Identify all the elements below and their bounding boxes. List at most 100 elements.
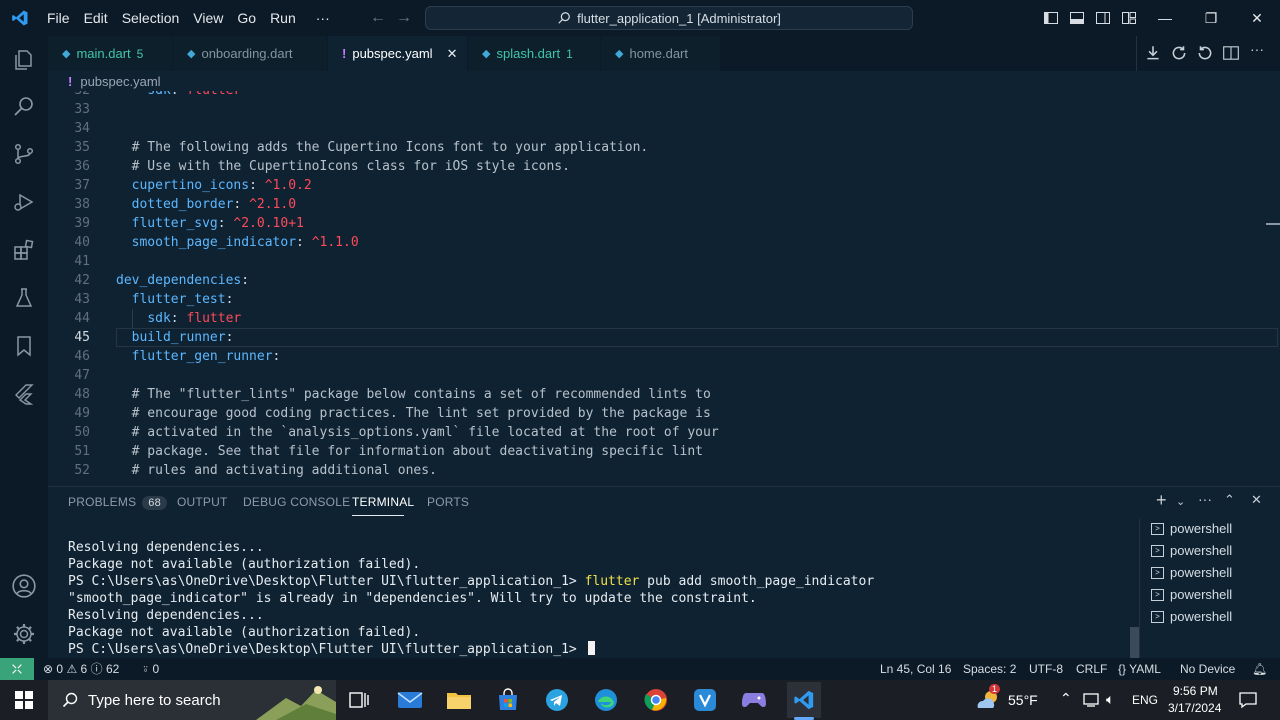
device-selector[interactable]: No Device [1180, 658, 1235, 680]
end-of-line[interactable]: CRLF [1076, 658, 1107, 680]
customize-layout-icon[interactable] [1121, 10, 1137, 26]
code-line[interactable]: 33 [48, 100, 1280, 119]
toggle-primary-sidebar-icon[interactable] [1043, 10, 1059, 26]
tray-overflow-chevron-icon[interactable]: ⌃ [1060, 690, 1072, 707]
terminal-instance-powershell[interactable]: > powershell [1151, 609, 1232, 624]
restart-icon[interactable] [1196, 44, 1214, 62]
code-line[interactable]: 43 flutter_test: [48, 290, 1280, 309]
code-line[interactable]: 52 # rules and activating additional one… [48, 461, 1280, 480]
menu-file[interactable]: File [40, 0, 77, 36]
problems-status[interactable]: ⊗ 0 ⚠ 6 ⓘ 62 [43, 658, 119, 680]
maximize-panel-icon[interactable]: ⌃ [1224, 492, 1242, 510]
edge-browser-icon[interactable] [590, 684, 622, 716]
close-tab-icon[interactable]: ✕ [447, 46, 458, 62]
language-indicator[interactable]: ENG [1132, 693, 1158, 707]
code-line[interactable]: 36 # Use with the CupertinoIcons class f… [48, 157, 1280, 176]
search-icon[interactable] [10, 92, 38, 120]
notifications-bell-icon[interactable]: 🔔︎ [1252, 658, 1267, 680]
mail-icon[interactable] [394, 684, 426, 716]
close-panel-icon[interactable]: ✕ [1251, 492, 1269, 510]
new-terminal-icon[interactable]: + [1156, 490, 1174, 510]
volume-icon[interactable]: 🔈︎ [1106, 691, 1114, 708]
breadcrumb-file[interactable]: pubspec.yaml [80, 74, 160, 89]
command-center-search[interactable]: flutter_application_1 [Administrator] [425, 6, 913, 30]
taskbar-search-box[interactable]: Type here to search [48, 680, 336, 720]
indentation[interactable]: Spaces: 2 [963, 658, 1016, 680]
flutter-outline-icon[interactable] [10, 380, 38, 408]
clock-time[interactable]: 9:56 PM [1173, 684, 1218, 698]
minimap-slider[interactable] [1266, 223, 1280, 225]
run-and-debug-icon[interactable] [10, 188, 38, 216]
code-line[interactable]: 41 [48, 252, 1280, 271]
menu-run[interactable]: Run [263, 0, 303, 36]
menu-edit[interactable]: Edit [77, 0, 115, 36]
code-line[interactable]: 42 dev_dependencies: [48, 271, 1280, 290]
hot-reload-icon[interactable] [1170, 44, 1188, 62]
tab-home-dart[interactable]: ◆ home.dart [601, 36, 721, 71]
toggle-panel-icon[interactable] [1069, 10, 1085, 26]
menu-go[interactable]: Go [230, 0, 263, 36]
code-line[interactable]: 38 dotted_border: ^2.1.0 [48, 195, 1280, 214]
file-explorer-icon[interactable] [443, 684, 475, 716]
tab-splash-dart[interactable]: ◆ splash.dart 1 [468, 36, 601, 71]
extensions-icon[interactable] [10, 236, 38, 264]
menu-selection[interactable]: Selection [115, 0, 187, 36]
weather-icon[interactable]: 1 [973, 684, 1003, 716]
tab-debug-console[interactable]: DEBUG CONSOLE [243, 495, 350, 509]
more-actions-icon[interactable]: ··· [1250, 41, 1268, 59]
tab-onboarding-dart[interactable]: ◆ onboarding.dart [173, 36, 328, 71]
forward-arrow-icon[interactable]: → [391, 9, 417, 27]
ports-status[interactable]: ⍤ 0 [142, 658, 159, 680]
microsoft-store-icon[interactable] [492, 684, 524, 716]
tab-main-dart[interactable]: ◆ main.dart 5 [48, 36, 173, 71]
terminal-instance-powershell[interactable]: > powershell [1151, 587, 1232, 602]
code-line[interactable]: 40 smooth_page_indicator: ^1.1.0 [48, 233, 1280, 252]
network-icon[interactable] [1083, 692, 1101, 708]
vscode-taskbar-icon[interactable] [787, 682, 821, 718]
code-line[interactable]: 32 sdk: flutter [48, 91, 1280, 100]
menu-more[interactable]: ··· [309, 0, 337, 36]
terminal-scrollbar[interactable] [1130, 627, 1139, 659]
vivaldi-icon[interactable] [689, 684, 721, 716]
code-line[interactable]: 48 # The "flutter_lints" package below c… [48, 385, 1280, 404]
back-arrow-icon[interactable]: ← [365, 9, 391, 27]
terminal-instance-powershell[interactable]: > powershell [1151, 521, 1232, 536]
code-line[interactable]: 37 cupertino_icons: ^1.0.2 [48, 176, 1280, 195]
weather-temp[interactable]: 55°F [1008, 692, 1038, 708]
remote-indicator-icon[interactable] [0, 658, 34, 680]
language-mode[interactable]: {} YAML [1118, 658, 1161, 680]
download-icon[interactable] [1144, 44, 1162, 62]
terminal-instance-powershell[interactable]: > powershell [1151, 543, 1232, 558]
code-line[interactable]: 50 # activated in the `analysis_options.… [48, 423, 1280, 442]
code-line[interactable]: 47 [48, 366, 1280, 385]
terminal-instance-powershell[interactable]: > powershell [1151, 565, 1232, 580]
explorer-icon[interactable] [10, 46, 38, 74]
tab-terminal[interactable]: TERMINAL [352, 495, 414, 509]
code-editor[interactable]: 32 sdk: flutter 33 34 35 # The following ad… [48, 91, 1280, 484]
accounts-icon[interactable] [10, 572, 38, 600]
notification-center-icon[interactable] [1238, 690, 1258, 710]
toggle-secondary-sidebar-icon[interactable] [1095, 10, 1111, 26]
menu-view[interactable]: View [186, 0, 230, 36]
code-line[interactable]: 44 sdk: flutter [48, 309, 1280, 328]
split-editor-icon[interactable] [1222, 44, 1240, 62]
manage-gear-icon[interactable] [10, 620, 38, 648]
cursor-position[interactable]: Ln 45, Col 16 [880, 658, 951, 680]
source-control-icon[interactable] [10, 140, 38, 168]
telegram-icon[interactable] [541, 684, 573, 716]
tab-pubspec-yaml[interactable]: ! pubspec.yaml ✕ [328, 36, 468, 71]
windows-start-icon[interactable] [8, 684, 40, 716]
chevron-down-icon[interactable]: ⌄ [1176, 495, 1194, 513]
testing-flask-icon[interactable] [10, 284, 38, 312]
bookmarks-icon[interactable] [10, 332, 38, 360]
tab-problems[interactable]: PROBLEMS 68 [68, 495, 167, 510]
close-window-button[interactable]: ✕ [1234, 0, 1280, 36]
more-actions-icon[interactable]: ··· [1198, 491, 1216, 509]
encoding[interactable]: UTF-8 [1029, 658, 1063, 680]
code-line[interactable]: 45 build_runner: [48, 328, 1280, 347]
minimize-button[interactable]: — [1142, 0, 1188, 36]
game-controller-icon[interactable] [738, 684, 770, 716]
chrome-icon[interactable] [640, 684, 672, 716]
code-line[interactable]: 46 flutter_gen_runner: [48, 347, 1280, 366]
tab-ports[interactable]: PORTS [427, 495, 469, 509]
